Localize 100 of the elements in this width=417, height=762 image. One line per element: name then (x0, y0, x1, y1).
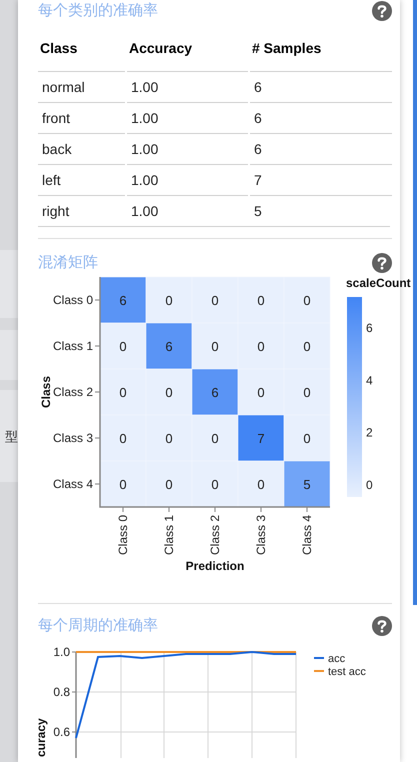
scrollbar[interactable] (413, 0, 417, 605)
heatmap-cell (146, 368, 192, 416)
table-cell: 1.00 (127, 195, 248, 226)
cell-value: 0 (119, 431, 127, 446)
section-title: 每个类别的准确率 (38, 1, 158, 21)
heatmap-cell (284, 460, 330, 508)
sidebar-item[interactable]: 型 (5, 430, 18, 442)
heatmap-cell (192, 368, 238, 416)
cell-value: 0 (165, 431, 173, 446)
column-label: Class 0 (116, 515, 130, 556)
cell-value: 0 (119, 385, 127, 400)
table-cell: 1.00 (127, 71, 248, 102)
heatmap-cell (146, 460, 192, 508)
cell-value: 0 (303, 339, 311, 354)
table-cell: 1.00 (127, 102, 248, 133)
cell-value: 0 (303, 293, 311, 308)
cell-value: 0 (211, 477, 219, 492)
scale-label: 6 (366, 321, 373, 335)
help-icon[interactable] (372, 616, 392, 636)
heatmap-cell (100, 322, 146, 370)
cell-value: 6 (211, 385, 219, 400)
cell-value: 0 (119, 339, 127, 354)
tick-mark (260, 506, 262, 512)
tick-label: 0.6 (53, 725, 70, 739)
tick-mark (214, 506, 216, 512)
table-cell: 6 (250, 71, 392, 102)
tick-mark (306, 506, 308, 512)
table-cell: normal (38, 71, 125, 102)
heatmap-cell (146, 322, 192, 370)
cell-value: 0 (257, 339, 265, 354)
heatmap-cell (146, 276, 192, 324)
cell-value: 6 (165, 339, 173, 354)
cell-value: 5 (303, 477, 311, 492)
heatmap-cell (192, 276, 238, 324)
table-cell: right (38, 195, 125, 226)
row-label: Class 1 (52, 339, 93, 353)
row-label: Class 3 (52, 431, 93, 445)
cell-value: 0 (211, 339, 219, 354)
legend-label: test acc (328, 666, 366, 678)
row-label: Class 2 (52, 385, 93, 399)
table-cell: back (38, 133, 125, 164)
heatmap-cell (100, 276, 146, 324)
section-title: 每个周期的准确率 (38, 616, 158, 636)
column-label: Class 2 (208, 515, 222, 556)
heatmap-cell (192, 460, 238, 508)
heatmap-cell (192, 322, 238, 370)
column-label: Class 4 (300, 515, 314, 556)
table-cell: front (38, 102, 125, 133)
cell-value: 0 (303, 431, 311, 446)
heatmap-cell (238, 414, 284, 462)
tick-mark (168, 506, 170, 512)
heatmap-cell (238, 460, 284, 508)
help-icon[interactable] (372, 253, 392, 273)
heatmap-cell (238, 368, 284, 416)
table-cell: 6 (250, 133, 392, 164)
legend-title: scaleCount (346, 276, 411, 290)
cell-value: 0 (165, 477, 173, 492)
cell-value: 0 (211, 293, 219, 308)
cell-value: 6 (119, 293, 127, 308)
cell-value: 0 (257, 293, 265, 308)
row-label: Class 4 (52, 477, 93, 491)
table-cell: left (38, 164, 125, 195)
cell-value: 0 (303, 385, 311, 400)
row-label: Class 0 (52, 293, 93, 307)
section-title: 混淆矩阵 (38, 253, 98, 273)
table-cell: 1.00 (127, 164, 248, 195)
table-cell: 1.00 (127, 133, 248, 164)
cell-value: 0 (211, 431, 219, 446)
help-icon[interactable] (372, 1, 392, 21)
scale-label: 4 (366, 373, 373, 388)
heatmap-cell (146, 414, 192, 462)
tick-label: 1.0 (53, 645, 70, 659)
heatmap-cell (100, 460, 146, 508)
axis-title: Prediction (186, 559, 244, 573)
cell-value: 0 (257, 477, 265, 492)
column-label: Class 1 (162, 515, 176, 556)
heatmap-cell (100, 414, 146, 462)
heatmap-cell (238, 322, 284, 370)
scale-label: 2 (366, 426, 373, 440)
tick-mark (122, 506, 124, 512)
table-cell: 5 (250, 195, 392, 226)
cell-value: 0 (119, 477, 127, 492)
axis-title: curacy (34, 718, 48, 757)
scale-label: 0 (366, 478, 373, 492)
column-header: # Samples (252, 40, 322, 56)
column-header: Class (40, 40, 78, 56)
cell-value: 0 (165, 293, 173, 308)
legend-label: acc (328, 653, 346, 665)
column-header: Accuracy (129, 40, 192, 56)
heatmap-cell (284, 368, 330, 416)
axis-title: Class (39, 376, 53, 408)
heatmap-cell (100, 368, 146, 416)
table-cell: 6 (250, 102, 392, 133)
cell-value: 0 (165, 385, 173, 400)
heatmap-cell (284, 414, 330, 462)
cell-value: 7 (257, 431, 265, 446)
cell-value: 0 (257, 385, 265, 400)
tick-label: 0.8 (53, 685, 70, 699)
column-label: Class 3 (254, 515, 268, 556)
heatmap-cell (192, 414, 238, 462)
